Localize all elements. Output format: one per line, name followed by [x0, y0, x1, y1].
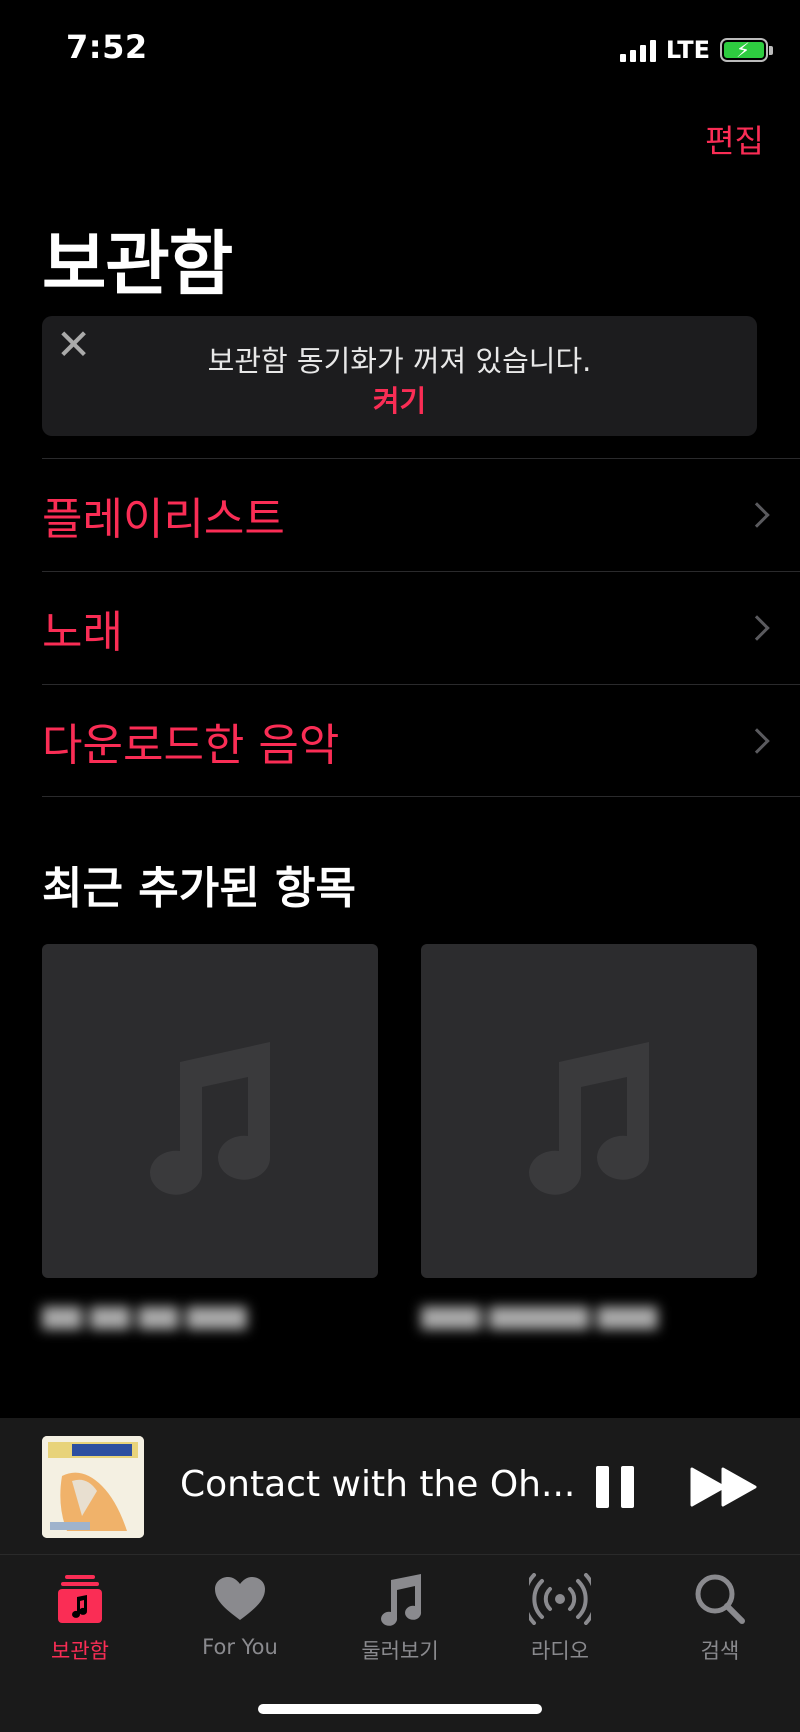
library-item-playlists[interactable]: 플레이리스트: [42, 458, 800, 571]
tab-label: For You: [202, 1635, 278, 1659]
library-item-songs[interactable]: 노래: [42, 571, 800, 684]
status-time: 7:52: [66, 28, 148, 66]
tab-label: 라디오: [531, 1639, 589, 1663]
library-list: 플레이리스트 노래 다운로드한 음악: [42, 458, 800, 797]
chevron-right-icon: [744, 615, 770, 641]
page-title: 보관함: [42, 223, 233, 305]
album-artwork: [42, 944, 378, 1278]
search-icon: [650, 1569, 790, 1629]
album-cover-image: [42, 1436, 144, 1538]
sync-banner: ✕ 보관함 동기화가 꺼져 있습니다. 켜기: [42, 316, 757, 436]
tab-label: 보관함: [51, 1639, 109, 1663]
next-icon[interactable]: [690, 1466, 758, 1508]
chevron-right-icon: [744, 727, 770, 754]
chevron-right-icon: [744, 502, 770, 528]
heart-icon: [170, 1569, 310, 1629]
recently-added-title: 최근 추가된 항목: [42, 863, 356, 914]
tab-label: 검색: [700, 1639, 740, 1663]
radio-icon: [490, 1569, 630, 1629]
tab-for-you[interactable]: For You: [170, 1569, 310, 1659]
library-icon: [10, 1569, 150, 1629]
signal-icon: [619, 38, 656, 62]
now-playing-title: Contact with the Oh...: [180, 1464, 576, 1505]
sync-message: 보관함 동기화가 꺼져 있습니다.: [207, 344, 592, 378]
tab-label: 둘러보기: [361, 1639, 439, 1663]
tab-search[interactable]: 검색: [650, 1569, 790, 1665]
status-bar: 7:52 LTE ⚡: [0, 0, 800, 100]
home-indicator[interactable]: [258, 1704, 542, 1714]
tab-browse[interactable]: 둘러보기: [330, 1569, 470, 1665]
music-note-icon: [150, 1042, 271, 1195]
library-item-label: 노래: [42, 607, 123, 658]
status-indicators: LTE ⚡: [619, 36, 773, 64]
sync-turn-on-button[interactable]: 켜기: [42, 378, 757, 420]
album-card[interactable]: ▆▆ ▆▆ ▆▆ ▆▆▆: [42, 944, 378, 1336]
library-item-downloaded[interactable]: 다운로드한 음악: [42, 684, 800, 797]
album-caption-blurred: ▆▆ ▆▆ ▆▆ ▆▆▆: [42, 1300, 247, 1330]
pause-icon[interactable]: [596, 1466, 634, 1508]
music-note-icon: [330, 1569, 470, 1629]
album-caption-blurred: ▆▆▆ ▆▆▆▆▆ ▆▆▆: [421, 1300, 658, 1330]
edit-button[interactable]: 편집: [705, 116, 764, 162]
now-playing-artwork[interactable]: [42, 1436, 144, 1538]
battery-icon: ⚡: [720, 38, 773, 62]
network-label: LTE: [665, 36, 710, 64]
music-note-icon: [529, 1042, 650, 1195]
library-item-label: 다운로드한 음악: [42, 719, 340, 771]
library-item-label: 플레이리스트: [42, 494, 285, 545]
album-card[interactable]: ▆▆▆ ▆▆▆▆▆ ▆▆▆: [421, 944, 757, 1336]
tab-radio[interactable]: 라디오: [490, 1569, 630, 1665]
mini-player[interactable]: Contact with the Oh...: [0, 1418, 800, 1555]
library-screen: 7:52 LTE ⚡ 편집 보관함 ✕ 보관함 동기화가 꺼져 있습니다. 켜기…: [0, 0, 800, 1732]
album-artwork: [421, 944, 757, 1278]
tab-library[interactable]: 보관함: [10, 1569, 150, 1665]
